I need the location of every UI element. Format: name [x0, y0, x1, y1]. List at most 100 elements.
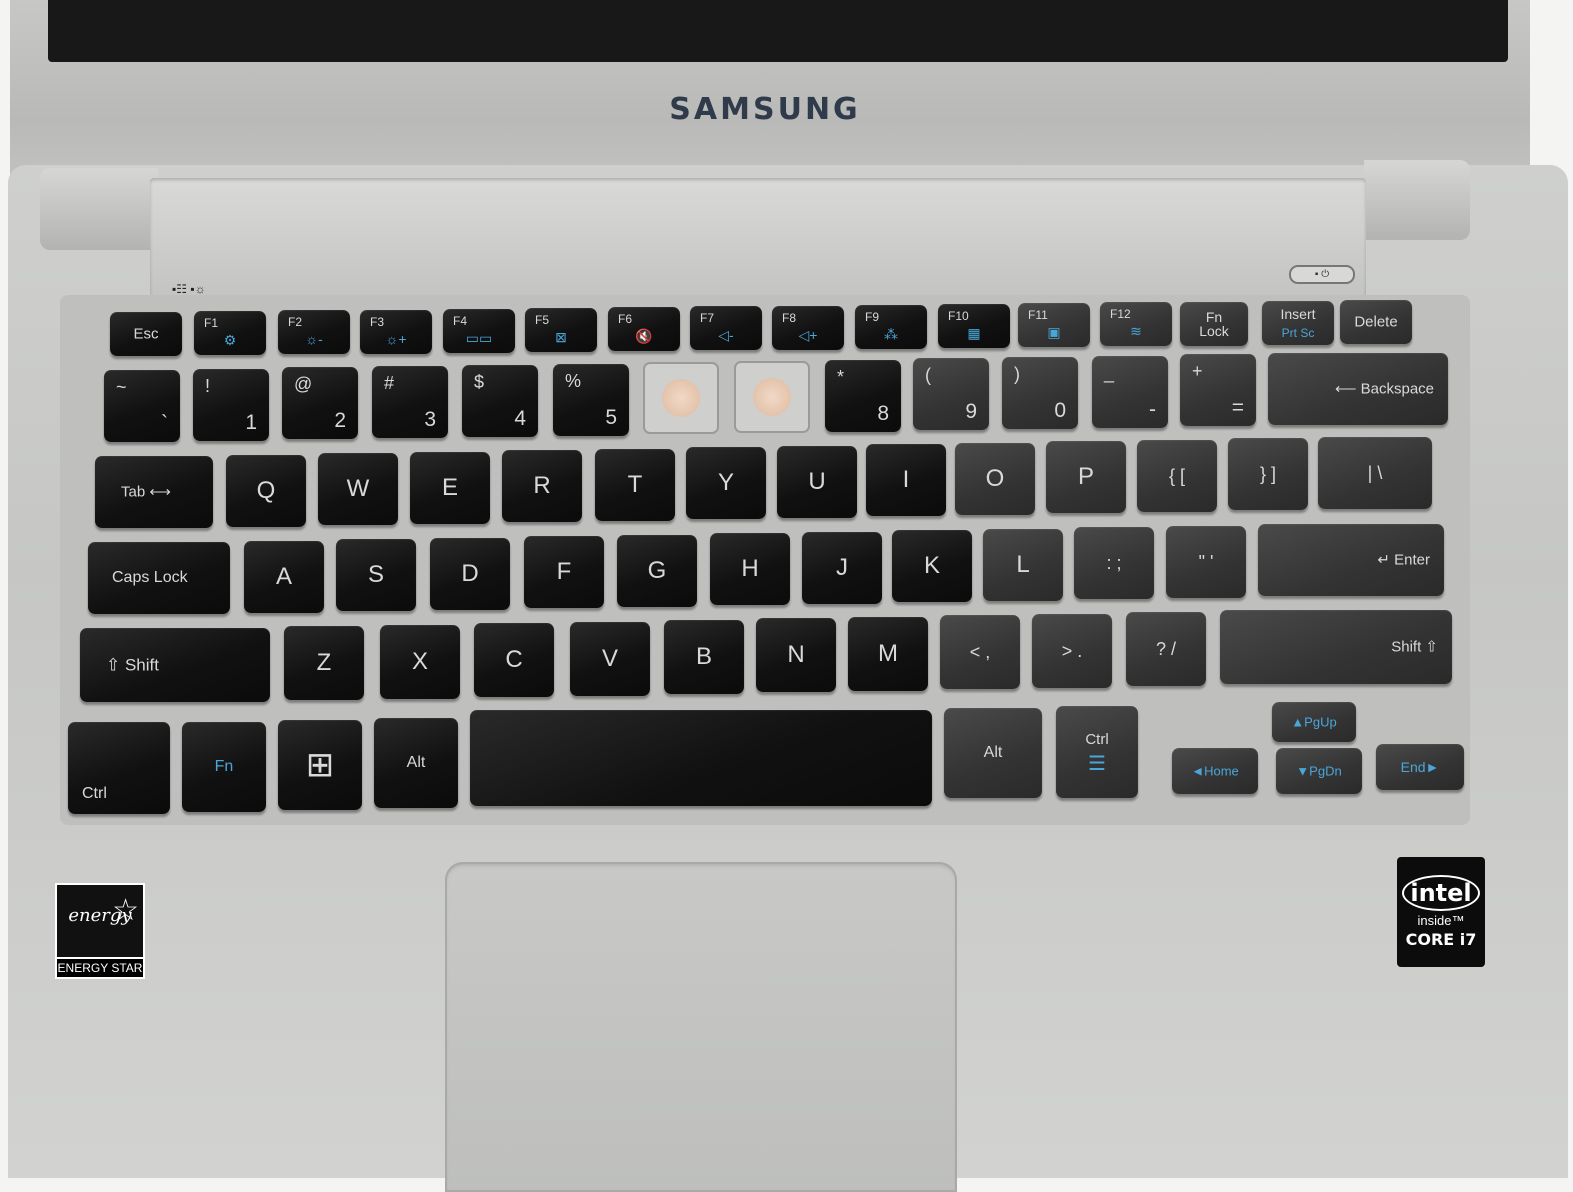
- power-button[interactable]: ▪ ⏻: [1289, 265, 1355, 284]
- num-key-11[interactable]: _ -: [1092, 355, 1168, 428]
- num-12-bottom-label: =: [1231, 396, 1244, 420]
- f1-key[interactable]: F1 ⚙: [194, 311, 266, 356]
- num-key-4[interactable]: $4: [462, 364, 538, 437]
- f5-key[interactable]: F5 ⊠: [525, 308, 597, 352]
- space-key[interactable]: [470, 710, 932, 806]
- num-key-5[interactable]: % 5: [553, 363, 629, 436]
- key-[interactable]: } ]: [1228, 438, 1308, 510]
- f8-label: F8: [782, 310, 797, 325]
- f4-key[interactable]: F4 ▭▭: [443, 308, 515, 353]
- key-home-11[interactable]: " ': [1166, 525, 1246, 598]
- f8-key[interactable]: F8 ◁+: [772, 305, 844, 350]
- f10-label: F10: [948, 309, 969, 323]
- f3-key[interactable]: F3 ☼+: [360, 309, 432, 354]
- f2-key[interactable]: F2 ☼-: [278, 310, 350, 355]
- f9-label: F9: [865, 309, 880, 324]
- f7-key[interactable]: F7 ◁-: [690, 306, 762, 351]
- pgup-key[interactable]: ▲PgUp: [1272, 702, 1356, 742]
- num-11-top-label: _: [1104, 362, 1115, 383]
- f4-label: F4: [453, 313, 468, 328]
- fn-lock-key[interactable]: Fn Lock: [1180, 301, 1248, 346]
- key-[interactable]: { [: [1137, 439, 1217, 512]
- key-shift-4[interactable]: V: [570, 621, 650, 696]
- key-w[interactable]: W: [318, 453, 398, 525]
- home-10-label: : ;: [1106, 553, 1122, 573]
- f1-label: F1: [204, 316, 219, 331]
- menu-icon: ☰: [1088, 753, 1106, 775]
- num-key-2[interactable]: @2: [282, 367, 358, 440]
- end-key[interactable]: End►: [1376, 744, 1464, 790]
- alt-right-key[interactable]: Alt: [944, 708, 1042, 798]
- home-key[interactable]: ◄Home: [1172, 748, 1258, 794]
- key-home-3[interactable]: D: [430, 537, 510, 610]
- key-shift-5[interactable]: B: [664, 620, 744, 694]
- key-home-5[interactable]: G: [617, 534, 697, 607]
- touchpad[interactable]: [445, 862, 957, 1192]
- key-shift-1[interactable]: Z: [284, 626, 364, 701]
- key-shift-8[interactable]: < ,: [940, 615, 1020, 690]
- delete-key[interactable]: Delete: [1340, 300, 1412, 344]
- key-t[interactable]: T: [595, 448, 675, 521]
- key-q[interactable]: Q: [226, 454, 306, 527]
- f9-key[interactable]: F9 ⁂: [855, 304, 927, 349]
- alt-left-key[interactable]: Alt: [374, 718, 458, 808]
- key-e[interactable]: E: [410, 451, 490, 524]
- missing-key-8[interactable]: [734, 360, 810, 433]
- shift-left-key[interactable]: ⇧ Shift: [80, 628, 270, 702]
- num-key-10[interactable]: ) 0: [1002, 357, 1078, 429]
- key-shift-6[interactable]: N: [756, 618, 836, 693]
- key-p[interactable]: P: [1046, 441, 1126, 513]
- backspace-key[interactable]: ⟵ Backspace: [1268, 353, 1448, 426]
- key-u[interactable]: U: [777, 445, 857, 518]
- key-home-2[interactable]: S: [336, 539, 416, 611]
- key-shift-7[interactable]: M: [848, 616, 928, 691]
- key-home-9[interactable]: L: [983, 528, 1063, 601]
- num-1-bottom-label: 1: [245, 410, 257, 434]
- esc-key[interactable]: Esc: [110, 312, 182, 356]
- key-home-1[interactable]: A: [244, 540, 324, 613]
- intel-logo: intel: [1402, 875, 1480, 911]
- screen-bezel: [48, 0, 1508, 62]
- key-i[interactable]: I: [866, 444, 946, 516]
- num-0-top-label: ~: [116, 377, 127, 397]
- enter-key[interactable]: ↵ Enter: [1258, 524, 1444, 596]
- caps-lock-key[interactable]: Caps Lock: [88, 542, 230, 614]
- key-y[interactable]: Y: [686, 447, 766, 519]
- f11-key[interactable]: F11 ▣: [1018, 303, 1090, 348]
- key-home-10[interactable]: : ;: [1074, 527, 1154, 599]
- pgdn-key[interactable]: ▼PgDn: [1276, 748, 1362, 794]
- ctrl-left-key[interactable]: Ctrl: [68, 722, 170, 814]
- f10-key[interactable]: F10 ▦: [938, 304, 1010, 348]
- num-key-0[interactable]: ~ `: [104, 370, 180, 442]
- key-o[interactable]: O: [955, 442, 1035, 515]
- missing-key-7[interactable]: [643, 362, 719, 435]
- shift-6-label: N: [787, 641, 805, 669]
- qwerty-1-label: Q: [256, 476, 276, 504]
- windows-key[interactable]: ⊞: [278, 720, 362, 810]
- num-key-12[interactable]: + =: [1180, 354, 1256, 427]
- key-home-7[interactable]: J: [802, 531, 882, 604]
- key-[interactable]: | \: [1318, 436, 1432, 509]
- insert-key[interactable]: Insert Prt Sc: [1262, 300, 1334, 345]
- num-key-1[interactable]: ! 1: [193, 368, 269, 441]
- f12-key[interactable]: F12 ≋: [1100, 302, 1172, 347]
- fn-key[interactable]: Fn: [182, 722, 266, 812]
- key-shift-3[interactable]: C: [474, 623, 554, 698]
- key-home-6[interactable]: H: [710, 533, 790, 605]
- home-5-label: G: [647, 556, 667, 584]
- key-shift-2[interactable]: X: [380, 624, 460, 699]
- num-key-9[interactable]: (9: [913, 358, 989, 431]
- key-r[interactable]: R: [502, 450, 582, 522]
- shift-right-key[interactable]: Shift ⇧: [1220, 610, 1452, 685]
- key-shift-10[interactable]: ? /: [1126, 612, 1206, 686]
- home-label: ◄Home: [1191, 763, 1239, 779]
- key-shift-9[interactable]: > .: [1032, 613, 1112, 688]
- num-key-3[interactable]: #3: [372, 366, 448, 439]
- num-2-top-label: @: [294, 374, 313, 395]
- key-home-8[interactable]: K: [892, 530, 972, 602]
- ctrl-right-key[interactable]: Ctrl ☰: [1056, 706, 1138, 798]
- f6-key[interactable]: F6 🔇: [608, 307, 680, 352]
- key-home-4[interactable]: F: [524, 536, 604, 608]
- num-key-8[interactable]: * 8: [825, 359, 901, 432]
- tab-key[interactable]: Tab ⟷: [95, 456, 213, 528]
